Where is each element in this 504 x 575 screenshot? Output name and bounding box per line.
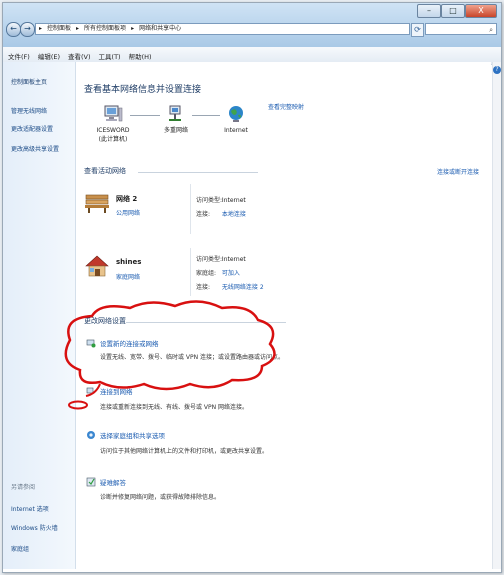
network-1-access-value: Internet: [221, 197, 246, 204]
breadcrumb-control-panel[interactable]: 控制面板: [47, 23, 71, 35]
maximize-button[interactable]: □: [441, 4, 465, 18]
sidebar-item-internet-options[interactable]: Internet 选项: [11, 504, 49, 513]
network-1-connection-link[interactable]: 本地连接: [222, 211, 246, 218]
network-2-homegroup-row: 家庭组: 可加入: [196, 268, 240, 277]
network-2-homegroup-link[interactable]: 可加入: [222, 270, 240, 277]
network-1-access-row: 访问类型: Internet: [196, 195, 246, 204]
sidebar-item-adapter-settings[interactable]: 更改适配器设置: [11, 124, 53, 133]
sidebar-item-manage-wireless[interactable]: 管理无线网络: [11, 106, 47, 115]
menu-file[interactable]: 文件(F): [8, 51, 30, 61]
sidebar-item-control-panel-home[interactable]: 控制面板主页: [11, 77, 47, 86]
sidebar-item-sharing-settings[interactable]: 更改高级共享设置: [11, 144, 59, 153]
network-2-access-value: Internet: [221, 256, 246, 263]
task-homegroup-desc: 访问位于其他网络计算机上的文件和打印机，或更改共享设置。: [100, 448, 269, 455]
network-1-connection-key: 连接:: [196, 211, 211, 218]
connect-disconnect-link[interactable]: 连接或断开连接: [437, 167, 479, 176]
network-1-type-link[interactable]: 公用网络: [116, 208, 140, 217]
troubleshoot-icon: [86, 477, 96, 487]
network-2-access-key: 访问类型:: [196, 256, 223, 263]
back-button[interactable]: ←: [6, 22, 21, 37]
change-settings-title: 更改网络设置: [84, 317, 126, 325]
window-controls: – □ X: [417, 4, 497, 18]
sidebar-item-firewall[interactable]: Windows 防火墙: [11, 523, 58, 532]
map-node-multiple-networks[interactable]: 多重网络: [156, 104, 196, 135]
network-1-connection-row: 连接: 本地连接: [196, 209, 246, 218]
task-troubleshoot-desc: 诊断并修复网络问题，或获得故障排除信息。: [100, 494, 221, 501]
forward-button[interactable]: →: [20, 22, 35, 37]
network-1-name: 网络 2: [116, 195, 138, 203]
main-content: 查看基本网络信息并设置连接 查看完整映射 ICESWORD (此计算机) 多重网…: [76, 62, 491, 569]
title-bar: – □ X ← → ▸ 控制面板 ▸ 所有控制面板项 ▸ 网络和共享中心 ⟳ ⌕: [3, 3, 501, 47]
homegroup-sharing-icon: [87, 431, 95, 439]
task-setup-connection-link[interactable]: 设置新的连接或网络: [100, 338, 159, 348]
breadcrumb-separator: ▸: [76, 25, 80, 32]
divider: [126, 322, 286, 323]
sidebar: 控制面板主页 管理无线网络 更改适配器设置 更改高级共享设置 另请参阅 Inte…: [3, 62, 76, 569]
multiple-networks-icon: [169, 105, 181, 121]
map-node-internet-label: Internet: [224, 127, 248, 134]
divider: [138, 172, 258, 173]
new-connection-icon: [86, 339, 96, 348]
breadcrumb-network-center[interactable]: 网络和共享中心: [139, 23, 181, 35]
full-map-link[interactable]: 查看完整映射: [268, 102, 304, 111]
divider: [190, 184, 191, 234]
address-bar[interactable]: ▸ 控制面板 ▸ 所有控制面板项 ▸ 网络和共享中心: [35, 23, 410, 35]
network-2-homegroup-key: 家庭组:: [196, 270, 217, 277]
task-setup-connection-desc: 设置无线、宽带、拨号、临时或 VPN 连接；或设置路由器或访问点。: [100, 354, 285, 361]
network-2-type-link[interactable]: 家庭网络: [116, 272, 140, 281]
map-node-computer-sublabel: (此计算机): [98, 136, 128, 143]
menu-tools[interactable]: 工具(T): [99, 51, 121, 61]
scrollbar[interactable]: ?: [492, 62, 501, 569]
breadcrumb-separator: ▸: [131, 25, 135, 32]
map-node-computer[interactable]: ICESWORD (此计算机): [88, 104, 138, 144]
breadcrumb-all-items[interactable]: 所有控制面板项: [84, 23, 126, 35]
computer-icon: [104, 105, 123, 122]
network-2-connection-row: 连接: 无线网络连接 2: [196, 282, 264, 291]
network-1-access-key: 访问类型:: [196, 197, 223, 204]
map-node-networks-label: 多重网络: [163, 127, 188, 134]
network-2-name: shines: [116, 258, 142, 266]
breadcrumb-separator: ▸: [39, 25, 43, 32]
refresh-button[interactable]: ⟳: [411, 23, 424, 37]
minimize-button[interactable]: –: [417, 4, 441, 18]
menu-edit[interactable]: 编辑(E): [38, 51, 60, 61]
task-homegroup-link[interactable]: 选择家庭组和共享选项: [100, 430, 165, 440]
network-2-access-row: 访问类型: Internet: [196, 254, 246, 263]
menu-view[interactable]: 查看(V): [68, 51, 91, 61]
network-2-connection-key: 连接:: [196, 284, 211, 291]
divider: [190, 248, 191, 296]
task-connect-network-link[interactable]: 连接到网络: [100, 386, 133, 396]
map-node-internet[interactable]: Internet: [216, 104, 256, 135]
connect-network-icon: [86, 387, 96, 395]
page-title: 查看基本网络信息并设置连接: [84, 85, 202, 95]
sidebar-item-homegroup[interactable]: 家庭组: [11, 544, 29, 553]
task-troubleshoot-link[interactable]: 疑难解答: [100, 477, 126, 487]
search-icon: ⌕: [489, 26, 493, 34]
map-node-computer-label: ICESWORD: [96, 127, 130, 134]
menu-help[interactable]: 帮助(H): [129, 51, 152, 61]
home-network-house-icon: [85, 255, 109, 277]
help-icon[interactable]: ?: [493, 66, 501, 74]
network-2-connection-link[interactable]: 无线网络连接 2: [222, 284, 264, 291]
active-networks-title: 查看活动网络: [84, 167, 126, 175]
public-network-bench-icon: [85, 194, 109, 213]
search-input[interactable]: ⌕: [425, 23, 497, 35]
task-connect-network-desc: 连接或重新连接到无线、有线、拨号或 VPN 网络连接。: [100, 404, 249, 411]
close-button[interactable]: X: [465, 4, 497, 18]
see-also-title: 另请参阅: [11, 484, 36, 491]
globe-icon: [229, 106, 243, 122]
